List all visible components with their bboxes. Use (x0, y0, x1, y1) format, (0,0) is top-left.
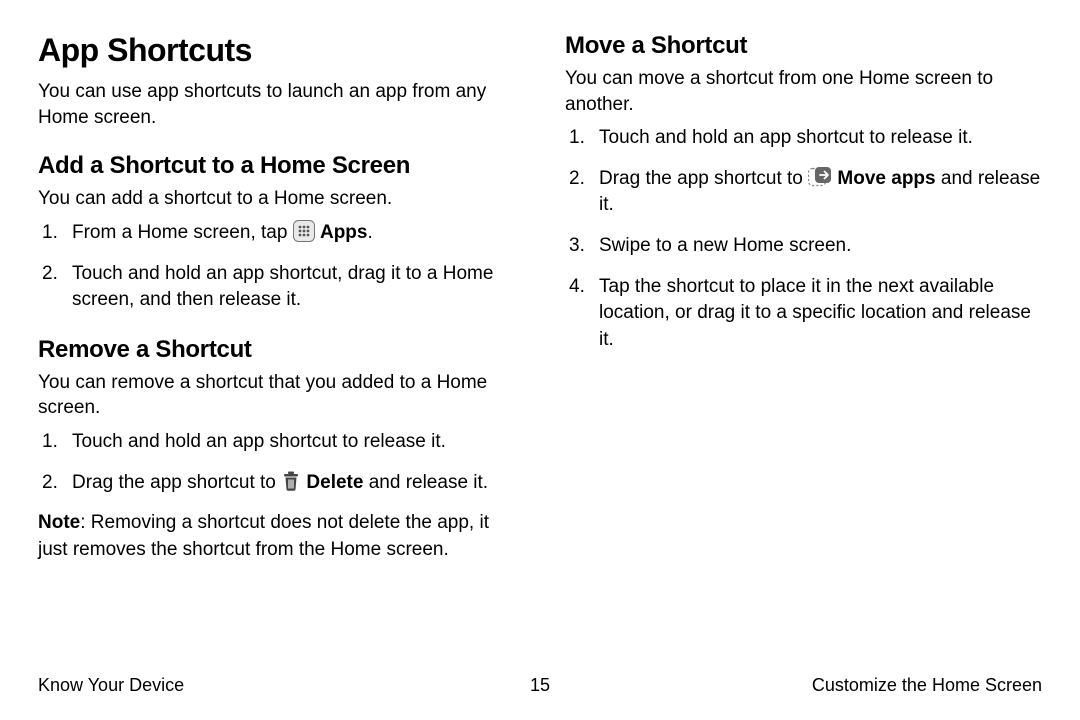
list-item: Tap the shortcut to place it in the next… (565, 274, 1042, 354)
delete-label: Delete (306, 472, 363, 493)
list-item: Touch and hold an app shortcut to releas… (38, 429, 515, 456)
remove-heading: Remove a Shortcut (38, 336, 515, 364)
intro-text: You can use app shortcuts to launch an a… (38, 79, 515, 130)
list-item: Touch and hold an app shortcut to releas… (565, 125, 1042, 152)
list-item: Swipe to a new Home screen. (565, 233, 1042, 260)
add-intro: You can add a shortcut to a Home screen. (38, 186, 515, 212)
trash-icon (281, 470, 301, 492)
note-body: : Removing a shortcut does not delete th… (38, 512, 489, 560)
list-item: Touch and hold an app shortcut, drag it … (38, 261, 515, 314)
add-heading: Add a Shortcut to a Home Screen (38, 152, 515, 180)
move-steps: Touch and hold an app shortcut to releas… (565, 125, 1042, 353)
page-footer: 15 Know Your Device Customize the Home S… (38, 675, 1042, 696)
remove-note: Note: Removing a shortcut does not delet… (38, 510, 515, 563)
step-text: From a Home screen, tap (72, 222, 293, 243)
right-column: Move a Shortcut You can move a shortcut … (565, 32, 1042, 632)
step-text: Drag the app shortcut to (599, 168, 808, 189)
move-heading: Move a Shortcut (565, 32, 1042, 60)
step-text: and release it. (363, 472, 488, 493)
move-apps-icon (808, 166, 832, 188)
step-text: . (367, 222, 372, 243)
remove-steps: Touch and hold an app shortcut to releas… (38, 429, 515, 496)
move-intro: You can move a shortcut from one Home sc… (565, 66, 1042, 117)
list-item: Drag the app shortcut to Move apps and r… (565, 166, 1042, 219)
step-text: Drag the app shortcut to (72, 472, 281, 493)
footer-right: Customize the Home Screen (812, 675, 1042, 696)
apps-label: Apps (320, 222, 368, 243)
remove-intro: You can remove a shortcut that you added… (38, 370, 515, 421)
page-title: App Shortcuts (38, 32, 515, 69)
footer-left: Know Your Device (38, 675, 184, 696)
list-item: From a Home screen, tap Apps. (38, 220, 515, 247)
list-item: Drag the app shortcut to Delete and rele… (38, 470, 515, 497)
apps-grid-icon (293, 220, 315, 242)
add-steps: From a Home screen, tap Apps. Touch and … (38, 220, 515, 314)
move-apps-label: Move apps (837, 168, 935, 189)
note-label: Note (38, 512, 80, 533)
left-column: App Shortcuts You can use app shortcuts … (38, 32, 515, 632)
